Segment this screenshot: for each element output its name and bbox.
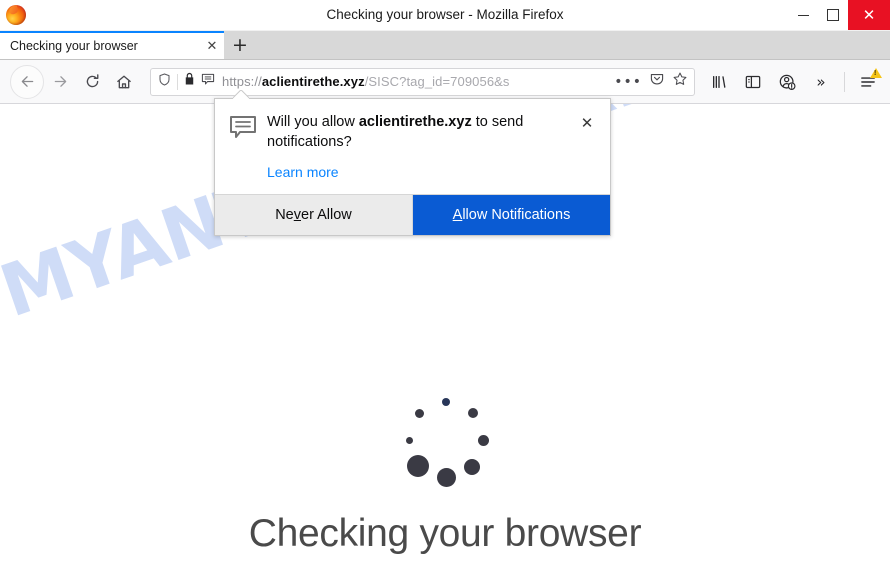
url-bar[interactable]: https://aclientirethe.xyz/SISC?tag_id=70… <box>150 67 695 96</box>
close-window-button[interactable]: ✕ <box>848 0 890 30</box>
forward-arrow-icon <box>52 73 69 90</box>
minimize-icon <box>797 14 809 16</box>
spinner-dot <box>405 436 413 444</box>
forward-button[interactable] <box>44 66 76 98</box>
account-sync-button[interactable] <box>771 66 803 98</box>
identity-box[interactable] <box>157 71 216 92</box>
allow-post: llow Notifications <box>462 207 571 224</box>
maximize-icon <box>827 9 839 21</box>
back-arrow-icon <box>19 73 36 90</box>
sidebar-button[interactable] <box>737 66 769 98</box>
library-icon <box>710 74 728 90</box>
popup-text-block: Will you allow aclientirethe.xyz to send… <box>263 113 576 182</box>
spinner-dot <box>468 408 478 418</box>
back-button[interactable] <box>10 64 44 99</box>
new-tab-button[interactable]: + <box>224 31 256 59</box>
home-icon <box>115 73 133 91</box>
reload-button[interactable] <box>76 66 108 98</box>
tab-close-icon[interactable]: ✕ <box>200 39 224 54</box>
spinner-dot <box>477 434 489 446</box>
popup-actions: Ne v er Allow Allow Notifications <box>215 194 610 236</box>
pocket-save-icon[interactable] <box>649 71 665 92</box>
close-icon: ✕ <box>862 5 876 24</box>
notification-bubble-icon <box>229 113 263 182</box>
tracking-protection-shield-icon[interactable] <box>157 72 172 92</box>
learn-more-link[interactable]: Learn more <box>267 164 339 180</box>
toolbar-separator <box>844 71 845 92</box>
notification-permission-icon[interactable] <box>200 71 216 92</box>
star-bookmark-icon[interactable] <box>672 71 688 92</box>
spinner-dot <box>414 408 424 418</box>
spinner-dot <box>442 398 450 406</box>
allow-accesskey: A <box>452 207 463 224</box>
app-menu-button[interactable] <box>852 66 884 98</box>
spinner-dot <box>407 455 429 477</box>
popup-question-prefix: Will you allow <box>267 114 359 130</box>
reload-icon <box>84 73 101 90</box>
minimize-button[interactable] <box>788 0 818 30</box>
page-headline: Checking your browser <box>248 512 642 555</box>
update-warning-badge-icon <box>870 67 882 78</box>
overflow-button[interactable]: » <box>805 66 837 98</box>
tab-checking-your-browser[interactable]: Checking your browser ✕ <box>0 31 224 59</box>
sidebar-icon <box>744 74 762 90</box>
home-button[interactable] <box>108 66 140 98</box>
title-bar: Checking your browser - Mozilla Firefox … <box>0 0 890 31</box>
tab-bar-empty-space <box>256 31 890 59</box>
allow-notifications-button[interactable]: Allow Notifications <box>413 195 610 236</box>
url-bar-actions: ••• <box>608 71 688 92</box>
identity-separator <box>177 73 178 90</box>
padlock-icon[interactable] <box>183 72 196 91</box>
loading-spinner <box>405 398 497 490</box>
spinner-dot <box>464 459 480 475</box>
window-controls: ✕ <box>788 0 890 30</box>
never-allow-pre: Ne <box>275 207 294 224</box>
popup-body: Will you allow aclientirethe.xyz to send… <box>215 99 610 194</box>
popup-question-host: aclientirethe.xyz <box>358 114 472 130</box>
maximize-button[interactable] <box>818 0 848 30</box>
never-allow-post: er Allow <box>301 207 352 224</box>
tab-bar: Checking your browser ✕ + <box>0 31 890 60</box>
notification-permission-popup: Will you allow aclientirethe.xyz to send… <box>214 98 611 237</box>
url-text[interactable]: https://aclientirethe.xyz/SISC?tag_id=70… <box>222 74 608 89</box>
window-title: Checking your browser - Mozilla Firefox <box>326 7 564 22</box>
page-actions-button[interactable]: ••• <box>614 75 642 89</box>
tab-label: Checking your browser <box>10 39 138 53</box>
spinner-dot <box>436 467 456 487</box>
close-icon: ✕ <box>580 114 594 132</box>
url-scheme: https:// <box>222 74 262 89</box>
url-host: aclientirethe.xyz <box>261 74 365 89</box>
popup-arrow <box>233 90 249 99</box>
never-allow-button[interactable]: Ne v er Allow <box>215 195 413 236</box>
url-path: /SISC?tag_id=709056&s <box>364 74 510 89</box>
library-button[interactable] <box>703 66 735 98</box>
popup-question: Will you allow aclientirethe.xyz to send… <box>267 113 568 152</box>
never-allow-accesskey: v <box>293 207 301 224</box>
chevron-double-right-icon: » <box>816 72 826 91</box>
toolbar-right-group: » <box>703 66 884 98</box>
account-sync-icon <box>778 73 796 91</box>
firefox-browser-window: Checking your browser - Mozilla Firefox … <box>0 0 890 565</box>
popup-close-button[interactable]: ✕ <box>576 113 598 182</box>
firefox-logo-icon <box>6 5 26 25</box>
